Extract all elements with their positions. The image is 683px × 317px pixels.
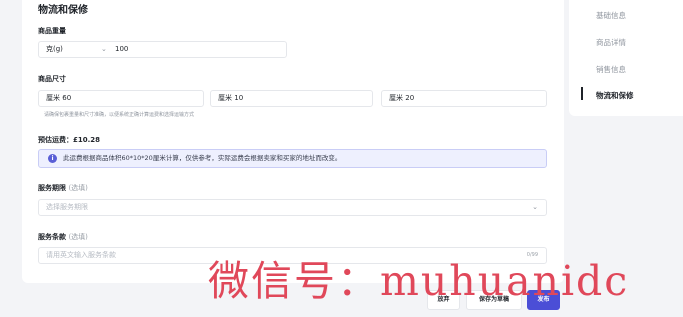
width-value[interactable]: 10 xyxy=(234,94,243,102)
active-indicator xyxy=(581,87,583,100)
weight-label: 商品重量 xyxy=(38,27,66,35)
length-field[interactable]: 厘米 60 xyxy=(38,90,204,107)
chevron-down-icon[interactable]: ⌄ xyxy=(101,42,107,57)
size-hint: 请确保包裹重量和尺寸准确，以便系统正确计算运费和选择运输方式 xyxy=(44,112,195,118)
size-label: 商品尺寸 xyxy=(38,75,66,83)
length-unit: 厘米 xyxy=(46,94,60,102)
weight-field[interactable]: 克(g) ⌄ 100 xyxy=(38,41,287,58)
width-field[interactable]: 厘米 10 xyxy=(210,90,373,107)
height-unit: 厘米 xyxy=(389,94,403,102)
weight-unit-select[interactable]: 克(g) xyxy=(46,42,63,57)
service-terms-placeholder: 请用英文输入服务条款 xyxy=(46,251,116,259)
shipping-value: £10.28 xyxy=(73,136,101,144)
shipping-label: 预估运费： xyxy=(38,136,73,144)
weight-value[interactable]: 100 xyxy=(115,42,128,57)
side-nav-item-details[interactable]: 商品详情 xyxy=(596,37,626,48)
side-nav-item-basic[interactable]: 基础信息 xyxy=(596,10,626,21)
length-value[interactable]: 60 xyxy=(62,94,71,102)
section-title: 物流和保修 xyxy=(38,5,88,16)
service-period-label: 服务期限 (选填) xyxy=(38,184,88,192)
shipping-notice-text: 此运费根据商品体积60*10*20厘米计算，仅供参考，实际运费会根据卖家和买家的… xyxy=(63,154,342,162)
service-period-select[interactable]: 选择服务期限 ⌄ xyxy=(38,199,547,216)
service-period-placeholder: 选择服务期限 xyxy=(46,203,88,211)
shipping-notice: i 此运费根据商品体积60*10*20厘米计算，仅供参考，实际运费会根据卖家和买… xyxy=(38,149,547,168)
height-value[interactable]: 20 xyxy=(405,94,414,102)
watermark: 微信号：muhuanidc xyxy=(208,257,630,305)
service-terms-label: 服务条款 (选填) xyxy=(38,233,88,241)
width-unit: 厘米 xyxy=(218,94,232,102)
height-field[interactable]: 厘米 20 xyxy=(381,90,547,107)
shipping-estimate: 预估运费：£10.28 xyxy=(38,135,100,145)
chevron-down-icon[interactable]: ⌄ xyxy=(532,200,538,215)
info-icon: i xyxy=(48,154,57,163)
side-nav-item-logistics[interactable]: 物流和保修 xyxy=(596,90,634,101)
side-nav-item-sales[interactable]: 销售信息 xyxy=(596,64,626,75)
